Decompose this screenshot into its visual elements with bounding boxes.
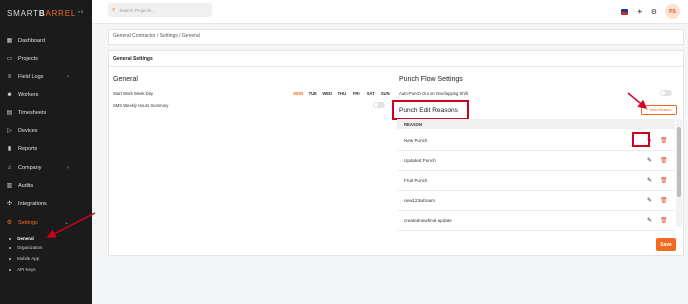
sidebar-item-devices[interactable]: ▷ Devices [0,124,92,137]
trash-icon[interactable]: 🗑 [660,217,668,224]
app-logo[interactable]: SMARTBARREL v5 [7,9,84,18]
sidebar-item-label: Audits [18,182,34,189]
sidebar-item-timesheets[interactable]: ▤ Timesheets [0,106,92,119]
sidebar-subitem-api-keys[interactable]: API Keys [9,267,36,272]
reason-column-header: REASON [397,119,675,129]
edit-pencil-icon[interactable]: ✎ [647,157,652,164]
sidebar-item-workers[interactable]: ☻ Workers [0,88,92,101]
dashboard-icon: ▦ [6,38,13,44]
day-wed[interactable]: WED [320,91,335,96]
sidebar-item-projects[interactable]: ▭ Projects [0,52,92,65]
chevron-icon: ⌄ [63,220,69,226]
table-row: new123whoam ✎ 🗑 [397,191,675,211]
table-row: Fruit Punch ✎ 🗑 [397,171,675,191]
sidebar-item-label: Reports [18,145,38,152]
reason-text: Updated Punch [404,158,436,163]
day-sat[interactable]: SAT [364,91,379,96]
day-thu[interactable]: THU [335,91,350,96]
table-scrollbar[interactable] [676,119,682,227]
sidebar-subitem-organization[interactable]: Organization [9,245,43,250]
sidebar: SMARTBARREL v5 ▦ Dashboard ▭ Projects ≡ Field … [0,0,92,304]
general-settings-card: General Settings General Start Work Week… [108,50,684,256]
new-reason-button[interactable]: + New Reason [641,105,677,115]
chevron-icon: ‹ [67,164,69,171]
sidebar-item-label: Projects [18,55,38,62]
sidebar-item-label: Timesheets [18,109,47,116]
sidebar-item-label: Settings [18,219,38,226]
auto-punch-label: Auto-Punch Out on Overlapping Shift [399,91,468,96]
punch-flow-heading: Punch Flow Settings [399,76,463,83]
edit-pencil-icon[interactable]: ✎ [647,197,652,204]
gear-icon: ⚙ [6,220,13,226]
workers-icon: ☻ [6,91,13,98]
trash-icon[interactable]: 🗑 [660,197,668,204]
day-tue[interactable]: TUE [306,91,321,96]
sidebar-item-reports[interactable]: ▮ Reports [0,142,92,155]
integrations-icon: ✣ [6,201,13,207]
week-day-selector: MON TUE WED THU FRI SAT SUN [291,91,393,96]
sidebar-subitem-general[interactable]: General [9,236,34,241]
bullet-icon [9,237,11,240]
trash-icon[interactable]: 🗑 [660,157,668,164]
folder-icon: ▭ [6,56,13,62]
trash-icon[interactable]: 🗑 [660,177,668,184]
day-fri[interactable]: FRI [349,91,364,96]
save-button[interactable]: Save [656,238,676,251]
audits-icon: ▥ [6,183,13,189]
highlight-box [632,132,650,147]
trash-icon[interactable]: 🗑 [660,137,668,144]
sidebar-item-audits[interactable]: ▥ Audits [0,179,92,192]
field-logs-icon: ≡ [7,73,12,80]
avatar[interactable]: PS [665,4,680,19]
sidebar-item-company[interactable]: ⌂ Company ‹ [0,161,92,174]
sms-summary-label: SMS Weekly Hours Summary [113,103,169,108]
sidebar-item-label: Devices [18,127,38,134]
bullet-icon [9,268,11,271]
sidebar-item-label: Field Logs [18,73,44,80]
bullet-icon [9,257,11,260]
sidebar-item-integrations[interactable]: ✣ Integrations [0,197,92,210]
sidebar-item-label: Company [18,164,42,171]
breadcrumb: General Contractor / Settings / General [108,29,684,45]
reason-text: New Punch [404,138,428,143]
edit-pencil-icon[interactable]: ✎ [647,177,652,184]
auto-punch-toggle[interactable] [660,90,672,96]
day-mon[interactable]: MON [291,91,306,96]
sidebar-item-settings[interactable]: ⚙ Settings ⌄ [0,216,92,229]
day-sun[interactable]: SUN [378,91,393,96]
reason-text: creatednewfinal-update [404,218,452,223]
bullet-icon [9,246,11,249]
sidebar-item-dashboard[interactable]: ▦ Dashboard [0,34,92,47]
theme-toggle-icon[interactable]: ☀ [636,8,642,16]
table-row: creatednewfinal-update ✎ 🗑 [397,211,675,231]
company-icon: ⌂ [7,164,12,171]
devices-icon: ▷ [7,128,12,134]
sms-summary-toggle[interactable] [373,102,385,108]
card-title: General Settings [109,51,683,67]
timesheets-icon: ▤ [6,110,13,116]
language-flag-icon[interactable] [621,8,629,15]
topbar: ⌕ Search Projects... ☀ ⚙ PS [92,0,688,24]
gear-icon[interactable]: ⚙ [651,8,657,16]
reason-text: new123whoam [404,198,435,203]
chevron-icon: ‹ [67,73,69,80]
edit-pencil-icon[interactable]: ✎ [647,217,652,224]
table-row: Updated Punch ✎ 🗑 [397,151,675,171]
sidebar-item-field-logs[interactable]: ≡ Field Logs ‹ [0,70,92,83]
search-input[interactable]: ⌕ Search Projects... [108,3,212,17]
sidebar-item-label: Dashboard [18,37,45,44]
reason-text: Fruit Punch [404,178,428,183]
sidebar-subitem-mobile-app[interactable]: Mobile App [9,256,39,261]
general-heading: General [113,76,138,83]
reports-icon: ▮ [7,146,12,152]
sidebar-item-label: Workers [18,91,39,98]
start-week-label: Start Work Week Day [113,91,154,96]
sidebar-item-label: Integrations [18,200,47,207]
highlight-box [392,100,469,120]
search-icon: ⌕ [112,6,116,13]
